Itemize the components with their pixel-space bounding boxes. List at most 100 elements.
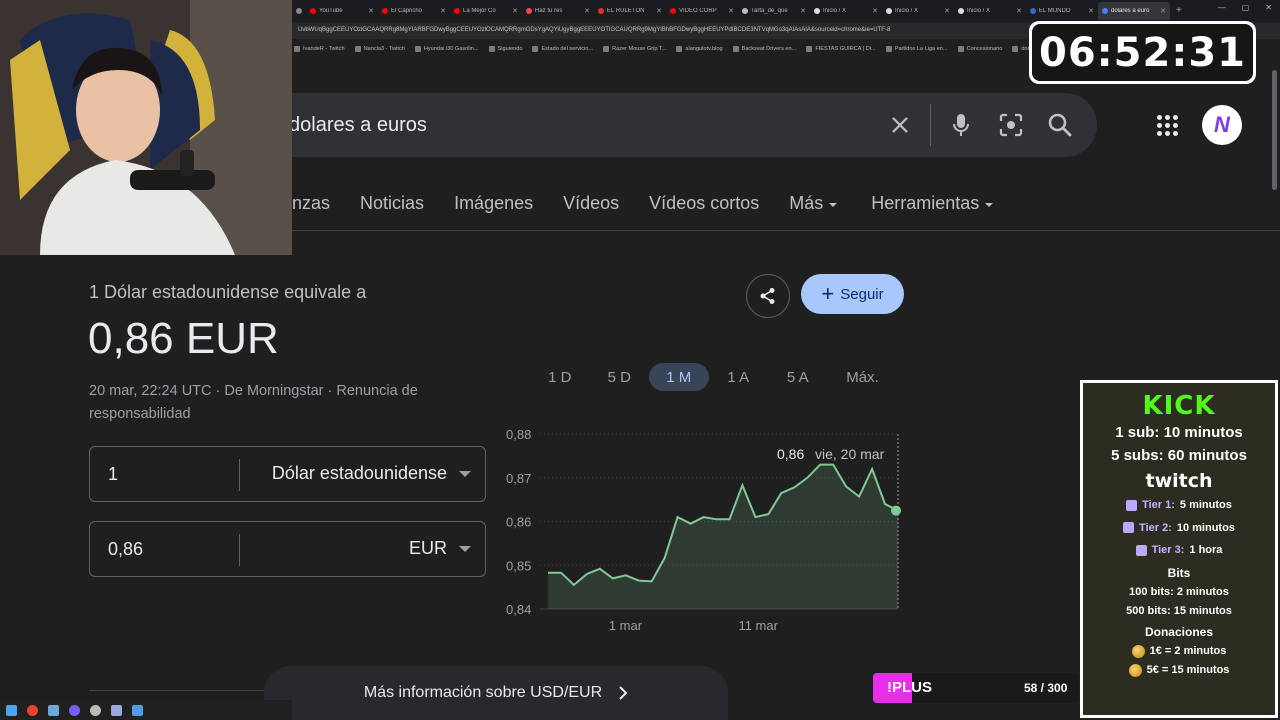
share-button[interactable] bbox=[746, 274, 790, 318]
browser-tab[interactable]: Inicio / X ✕ bbox=[810, 2, 882, 20]
nav-tab-label: Herramientas bbox=[871, 193, 980, 213]
browser-tab[interactable]: VÍDEO CORP ✕ bbox=[666, 2, 738, 20]
chart-y-tick-label: 0,84 bbox=[506, 602, 531, 617]
app-icon[interactable] bbox=[111, 704, 122, 716]
browser-tab[interactable]: ✕ bbox=[292, 2, 306, 20]
bookmark-label: Partidos La Liga en... bbox=[894, 46, 948, 52]
nav-tab-label: Vídeos cortos bbox=[649, 193, 760, 213]
avatar[interactable]: N bbox=[1202, 105, 1242, 145]
maximize-icon[interactable]: ▢ bbox=[1242, 3, 1250, 12]
follow-button[interactable]: + Seguir bbox=[801, 274, 904, 314]
browser-tab[interactable]: dolares a euro ✕ bbox=[1098, 1, 1170, 20]
range-option[interactable]: 5 D bbox=[590, 363, 650, 391]
nav-tab[interactable]: Más bbox=[789, 193, 838, 214]
bookmark-item[interactable]: Razer Mouse Grip T... bbox=[603, 46, 666, 52]
bookmark-label: Razer Mouse Grip T... bbox=[612, 46, 667, 52]
browser-tab-label: Inicio / X bbox=[895, 7, 919, 14]
bookmark-item[interactable]: Partidos La Liga en... bbox=[885, 46, 948, 52]
app-icon[interactable] bbox=[132, 704, 143, 716]
obs-icon[interactable] bbox=[90, 704, 101, 716]
close-tab-icon[interactable]: ✕ bbox=[944, 7, 950, 15]
nav-tab[interactable]: nzas bbox=[292, 193, 330, 214]
nav-tab[interactable]: Vídeos bbox=[563, 193, 619, 214]
steam-icon[interactable] bbox=[48, 704, 59, 716]
browser-tab-label: Inicio / X bbox=[967, 7, 991, 14]
share-icon bbox=[760, 288, 775, 304]
bookmark-icon bbox=[885, 46, 892, 52]
nav-tab[interactable]: Noticias bbox=[360, 193, 424, 214]
from-currency-select[interactable]: Dólar estadounidense bbox=[272, 463, 471, 484]
browser-tab[interactable]: Inicio / X ✕ bbox=[954, 2, 1026, 20]
close-tab-icon[interactable]: ✕ bbox=[512, 7, 518, 15]
nav-tab[interactable]: Herramientas bbox=[871, 193, 994, 214]
bookmark-item[interactable]: Concesionario bbox=[957, 46, 1002, 52]
discord-icon[interactable] bbox=[69, 704, 80, 716]
close-tab-icon[interactable]: ✕ bbox=[656, 7, 662, 15]
browser-tab[interactable]: Inicio / X ✕ bbox=[882, 2, 954, 20]
bits-heading: Bits bbox=[1167, 565, 1191, 580]
donation-text: 1€ = 2 minutos bbox=[1149, 644, 1227, 657]
bookmark-item[interactable]: Backseat Drivers en... bbox=[732, 46, 796, 52]
to-currency-select[interactable]: EUR bbox=[409, 538, 471, 559]
close-tab-icon[interactable]: ✕ bbox=[872, 7, 878, 15]
nav-tab[interactable]: Imágenes bbox=[454, 193, 533, 214]
from-amount-input[interactable]: 1 bbox=[108, 464, 118, 485]
google-apps-icon[interactable] bbox=[1154, 112, 1180, 138]
browser-tab-label: Haz tu res bbox=[535, 7, 563, 14]
range-option[interactable]: 1 A bbox=[709, 363, 769, 391]
close-tab-icon[interactable]: ✕ bbox=[1088, 7, 1094, 15]
close-tab-icon[interactable]: ✕ bbox=[1160, 7, 1166, 15]
donations-heading: Donaciones bbox=[1144, 624, 1213, 639]
search-input[interactable]: dolares a euros bbox=[289, 114, 427, 137]
tier-name: Tier 2: bbox=[1139, 521, 1172, 534]
page-scrollbar[interactable] bbox=[1272, 70, 1277, 190]
clear-search-icon[interactable] bbox=[884, 109, 916, 141]
bookmark-label: IvandeR - Twitch bbox=[303, 46, 345, 52]
bookmark-item[interactable]: IvandeR - Twitch bbox=[294, 46, 345, 52]
minimize-icon[interactable]: — bbox=[1218, 3, 1226, 12]
browser-tab[interactable]: Haz tu res ✕ bbox=[522, 2, 594, 20]
chrome-icon[interactable] bbox=[27, 704, 38, 716]
close-tab-icon[interactable]: ✕ bbox=[728, 7, 734, 15]
close-tab-icon[interactable]: ✕ bbox=[1016, 7, 1022, 15]
bookmark-item[interactable]: FIESTAS GUIRCA | Di... bbox=[806, 46, 876, 52]
range-option[interactable]: Máx. bbox=[828, 363, 898, 391]
camera-search-icon[interactable] bbox=[995, 109, 1027, 141]
browser-tab[interactable]: El Capricho ✕ bbox=[378, 2, 450, 20]
tab-favicon-icon bbox=[454, 7, 460, 14]
bookmark-item[interactable]: alangulotv.blog bbox=[676, 46, 723, 52]
more-info-button[interactable]: Más información sobre USD/EUR bbox=[264, 666, 728, 720]
new-tab-icon[interactable]: + bbox=[1176, 5, 1182, 16]
close-tab-icon[interactable]: ✕ bbox=[368, 7, 374, 15]
bits-rule: 500 bits: 15 minutos bbox=[1126, 604, 1232, 617]
close-tab-icon[interactable]: ✕ bbox=[584, 7, 590, 15]
close-tab-icon[interactable]: ✕ bbox=[800, 7, 806, 15]
browser-tab[interactable]: EL MUNDO ✕ bbox=[1026, 2, 1098, 20]
tier-rule: Tier 1: 5 minutos bbox=[1083, 494, 1275, 517]
tab-favicon-icon bbox=[382, 7, 388, 14]
chevron-down-icon bbox=[985, 202, 994, 207]
search-icon[interactable] bbox=[1044, 109, 1076, 141]
range-option[interactable]: 1 D bbox=[530, 363, 590, 391]
to-amount-input[interactable]: 0,86 bbox=[108, 539, 143, 560]
range-option[interactable]: 5 A bbox=[768, 363, 828, 391]
close-tab-icon[interactable]: ✕ bbox=[440, 7, 446, 15]
bookmark-item[interactable]: Hyundai i30 Gasolin... bbox=[414, 46, 479, 52]
chart-y-tick-label: 0,86 bbox=[506, 515, 531, 530]
close-window-icon[interactable]: ✕ bbox=[1265, 3, 1272, 12]
windows-start-icon[interactable] bbox=[6, 704, 17, 716]
bookmark-item[interactable]: Estado del servicio... bbox=[532, 46, 593, 52]
browser-tab[interactable]: EL RULETÓN ✕ bbox=[594, 2, 666, 20]
bookmark-item[interactable]: Siguiendo bbox=[488, 46, 522, 52]
to-currency-label: EUR bbox=[408, 538, 447, 558]
microphone-icon[interactable] bbox=[945, 109, 977, 141]
browser-tab[interactable]: La Mejor Co ✕ bbox=[450, 2, 522, 20]
streamer-webcam-image bbox=[0, 0, 292, 255]
donation-text: 5€ = 15 minutos bbox=[1146, 663, 1230, 676]
nav-tab-label: Imágenes bbox=[454, 193, 534, 213]
nav-tab[interactable]: Vídeos cortos bbox=[649, 193, 759, 214]
browser-tab[interactable]: Tarta_de_que ✕ bbox=[738, 2, 810, 20]
range-option[interactable]: 1 M bbox=[649, 363, 709, 391]
browser-tab[interactable]: YouTube ✕ bbox=[306, 2, 378, 20]
bookmark-item[interactable]: Nancla3 - Twitch bbox=[354, 46, 405, 52]
